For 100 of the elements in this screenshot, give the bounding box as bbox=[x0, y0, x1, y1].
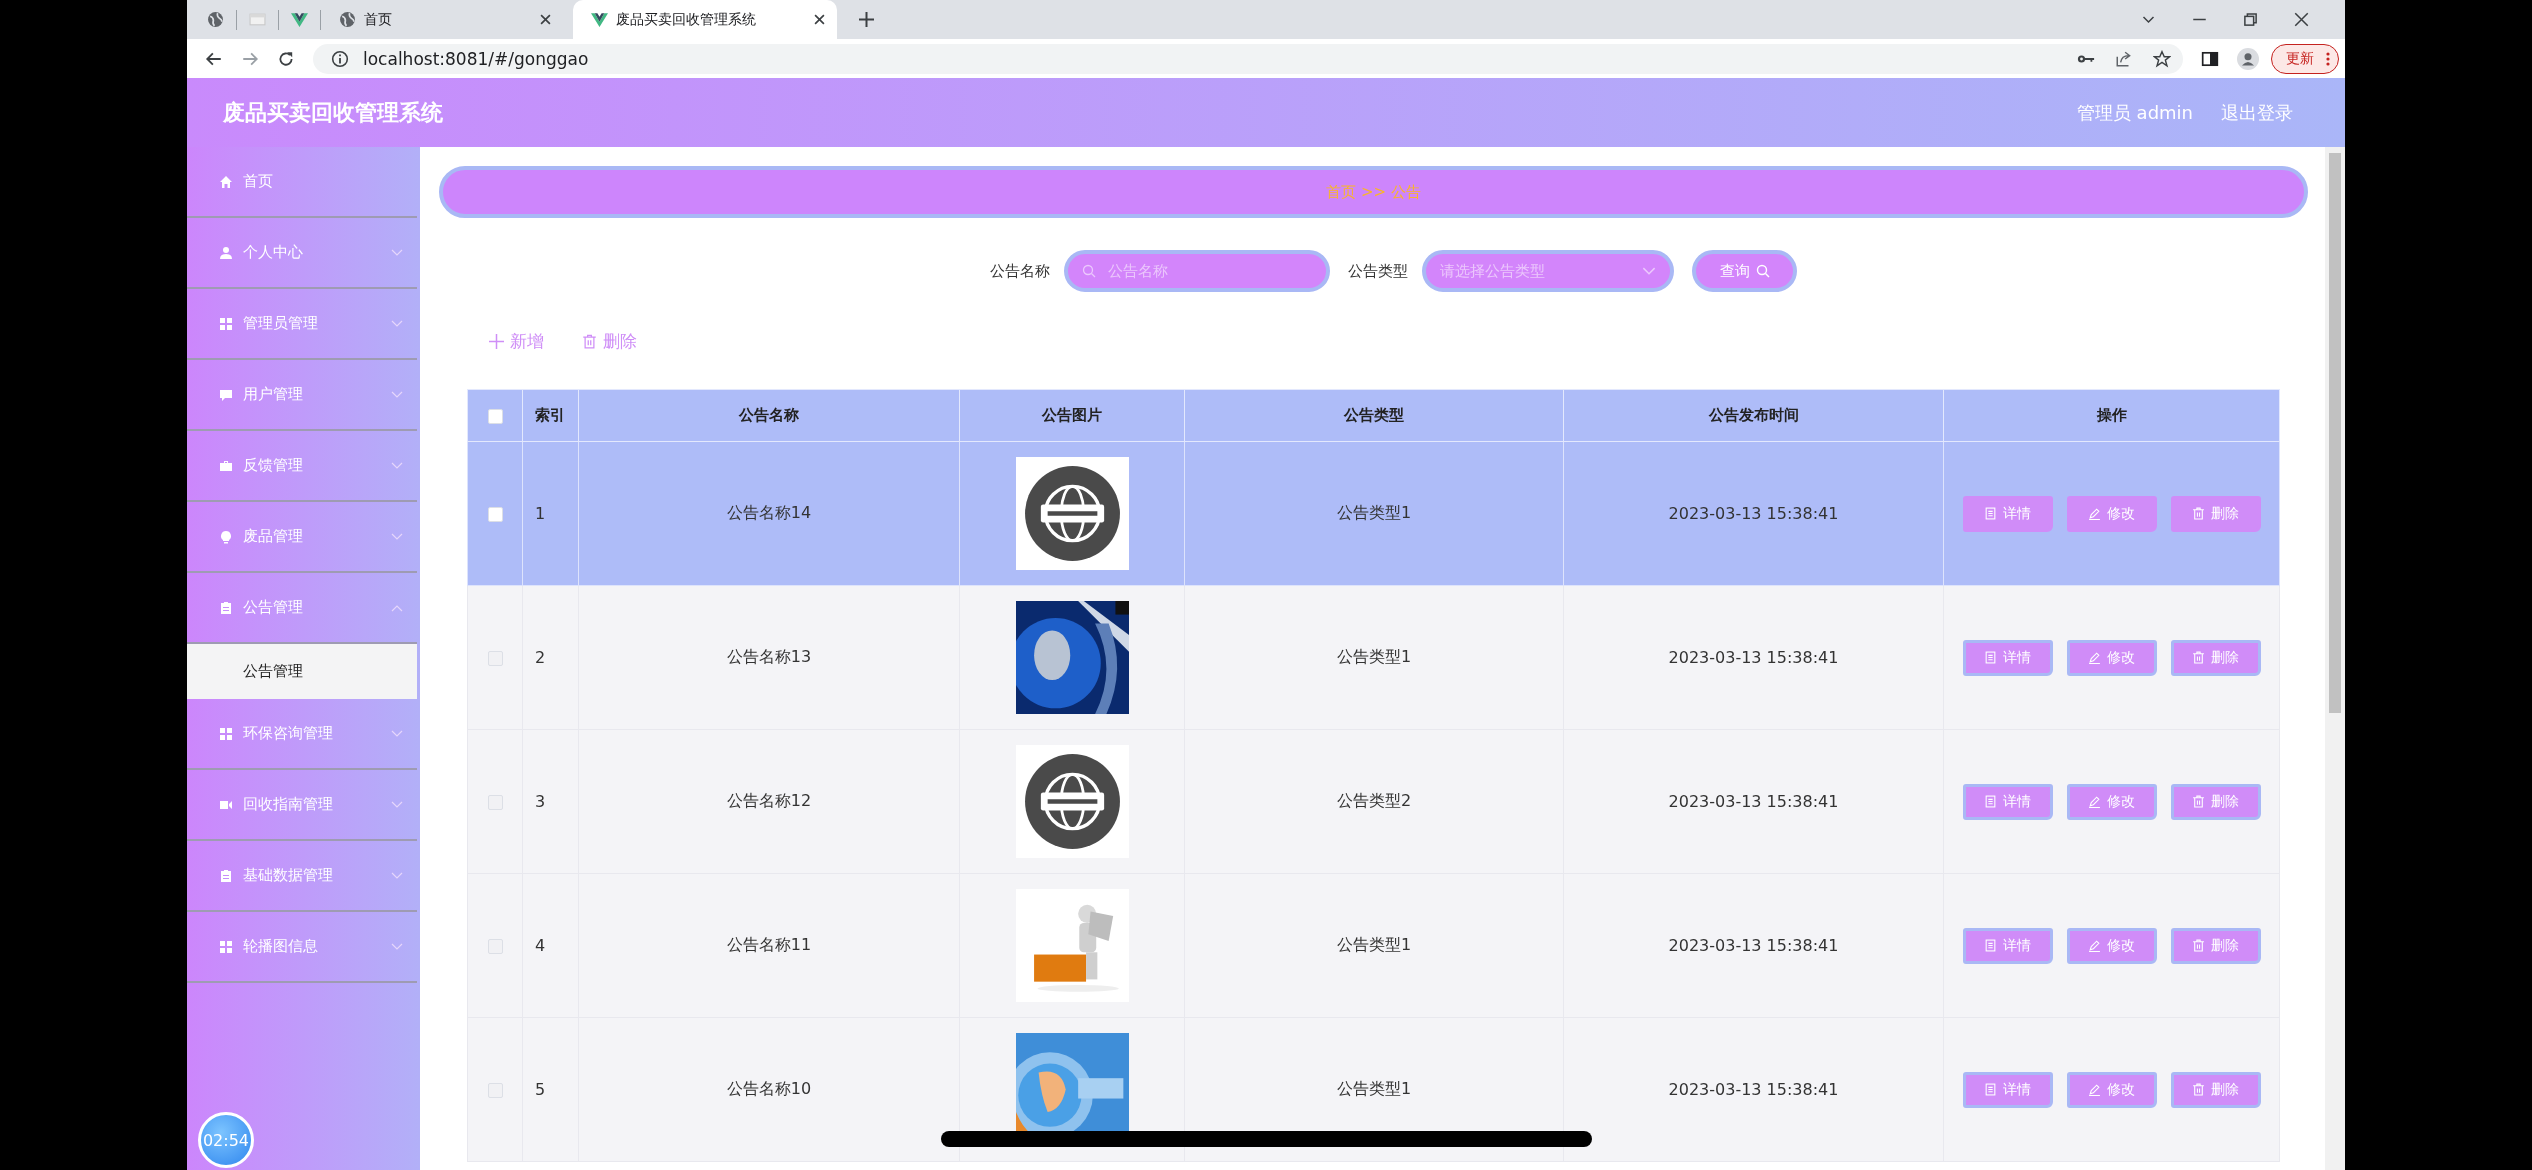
table-cell: 公告名称12 bbox=[578, 729, 960, 874]
sidebar-item[interactable]: 管理员管理 bbox=[187, 289, 417, 360]
trash-icon bbox=[2192, 795, 2205, 808]
document-icon bbox=[1984, 939, 1997, 952]
share-icon[interactable] bbox=[2115, 49, 2133, 68]
table-cell: 2023-03-13 15:38:41 bbox=[1563, 729, 1944, 874]
table-cell: 5 bbox=[522, 1017, 579, 1162]
table-cell: 公告名称11 bbox=[578, 873, 960, 1018]
globe-icon[interactable] bbox=[207, 11, 224, 28]
detail-button[interactable]: 详情 bbox=[1962, 495, 2053, 532]
document-icon bbox=[1984, 507, 1997, 520]
document-icon bbox=[1984, 1083, 1997, 1096]
globe-icon bbox=[339, 11, 356, 28]
detail-button[interactable]: 详情 bbox=[1962, 927, 2053, 964]
address-field[interactable]: localhost:8081/#/gonggao bbox=[313, 43, 2183, 74]
reload-icon[interactable] bbox=[277, 49, 295, 68]
search-field[interactable]: 公告名称 bbox=[1064, 250, 1330, 292]
update-button[interactable]: 更新 bbox=[2271, 43, 2339, 74]
restore-icon[interactable] bbox=[2243, 12, 2258, 27]
trash-icon bbox=[2192, 507, 2205, 520]
row-checkbox[interactable] bbox=[487, 651, 503, 666]
row-checkbox[interactable] bbox=[487, 1083, 503, 1098]
table-cell: 2 bbox=[522, 585, 579, 730]
logout-link[interactable]: 退出登录 bbox=[2221, 100, 2293, 125]
column-header: 公告类型 bbox=[1184, 389, 1564, 442]
close-icon[interactable] bbox=[814, 14, 825, 25]
sidebar-subitem[interactable]: 公告管理 bbox=[187, 644, 417, 699]
table-cell: 公告名称10 bbox=[578, 1017, 960, 1162]
delete-button[interactable]: 删除 bbox=[2170, 495, 2261, 532]
delete-button[interactable]: 删除 bbox=[2170, 639, 2261, 676]
chevron-icon bbox=[391, 248, 403, 257]
table-cell: 公告名称13 bbox=[578, 585, 960, 730]
trash-icon bbox=[2192, 939, 2205, 952]
clipboard-icon bbox=[219, 600, 233, 615]
sidebar-item[interactable]: 个人中心 bbox=[187, 218, 417, 289]
edit-button[interactable]: 修改 bbox=[2066, 783, 2157, 820]
browser-tab[interactable]: 废品买卖回收管理系统 bbox=[573, 0, 837, 39]
home-icon bbox=[219, 174, 233, 189]
delete-button[interactable]: 删除 bbox=[2170, 927, 2261, 964]
field-label: 公告类型 bbox=[1348, 261, 1408, 281]
tab-title: 废品买卖回收管理系统 bbox=[616, 10, 757, 29]
browser-tab[interactable]: 首页 bbox=[333, 0, 563, 39]
vue-icon bbox=[591, 11, 608, 28]
row-checkbox[interactable] bbox=[487, 939, 503, 954]
star-icon[interactable] bbox=[2153, 49, 2171, 68]
vue-icon[interactable] bbox=[291, 11, 308, 28]
briefcase-icon bbox=[219, 458, 233, 473]
sidebar-item[interactable]: 首页 bbox=[187, 147, 417, 218]
sidebar-item[interactable]: 环保咨询管理 bbox=[187, 699, 417, 770]
table-cell: 公告名称14 bbox=[578, 441, 960, 586]
column-header: 索引 bbox=[522, 389, 579, 442]
select-all-checkbox[interactable] bbox=[487, 408, 503, 424]
app-title: 废品买卖回收管理系统 bbox=[223, 98, 443, 127]
sidebar-item[interactable]: 废品管理 bbox=[187, 502, 417, 573]
detail-button[interactable]: 详情 bbox=[1962, 639, 2053, 676]
sidebar-item[interactable]: 反馈管理 bbox=[187, 431, 417, 502]
delete-button[interactable]: 删除 bbox=[2170, 1071, 2261, 1108]
sidebar-item[interactable]: 轮播图信息 bbox=[187, 912, 417, 983]
chevron-icon bbox=[391, 390, 403, 399]
close-icon[interactable] bbox=[540, 14, 551, 25]
search-button[interactable]: 查询 bbox=[1692, 250, 1797, 292]
close-icon[interactable] bbox=[2294, 12, 2309, 27]
pencil-icon bbox=[2088, 507, 2101, 520]
person-icon bbox=[219, 245, 233, 260]
user-label: 管理员 admin bbox=[2076, 100, 2193, 125]
chat-icon bbox=[219, 387, 233, 402]
side-panel-icon[interactable] bbox=[2201, 49, 2219, 68]
scrollbar-thumb[interactable] bbox=[2329, 153, 2341, 713]
new-tab-icon[interactable] bbox=[859, 12, 874, 27]
column-header: 公告发布时间 bbox=[1563, 389, 1944, 442]
chevron-icon bbox=[391, 729, 403, 738]
detail-button[interactable]: 详情 bbox=[1962, 1071, 2053, 1108]
chevron-down-icon bbox=[1642, 267, 1656, 276]
table-cell: 2023-03-13 15:38:41 bbox=[1563, 441, 1944, 586]
chevron-icon bbox=[391, 532, 403, 541]
column-header: 操作 bbox=[1943, 389, 2280, 442]
clipboard-icon bbox=[219, 868, 233, 883]
table-cell: 2023-03-13 15:38:41 bbox=[1563, 1017, 1944, 1162]
sidebar-item[interactable]: 回收指南管理 bbox=[187, 770, 417, 841]
detail-button[interactable]: 详情 bbox=[1962, 783, 2053, 820]
row-checkbox[interactable] bbox=[487, 507, 503, 522]
search-icon bbox=[1082, 264, 1096, 278]
edit-button[interactable]: 修改 bbox=[2066, 495, 2157, 532]
add-button[interactable]: 新增 bbox=[489, 326, 544, 356]
sidebar-item[interactable]: 基础数据管理 bbox=[187, 841, 417, 912]
row-checkbox[interactable] bbox=[487, 795, 503, 810]
sidebar-item[interactable]: 用户管理 bbox=[187, 360, 417, 431]
edit-button[interactable]: 修改 bbox=[2066, 1071, 2157, 1108]
avatar-icon[interactable] bbox=[2237, 47, 2259, 70]
pencil-icon bbox=[2088, 795, 2101, 808]
edit-button[interactable]: 修改 bbox=[2066, 639, 2157, 676]
type-select[interactable]: 请选择公告类型 bbox=[1422, 250, 1674, 292]
edit-button[interactable]: 修改 bbox=[2066, 927, 2157, 964]
more-icon[interactable] bbox=[2326, 50, 2330, 67]
table-cell: 3 bbox=[522, 729, 579, 874]
table-cell: 公告类型2 bbox=[1184, 729, 1564, 874]
delete-button[interactable]: 删除 bbox=[582, 326, 637, 356]
grid-icon bbox=[219, 726, 233, 741]
delete-button[interactable]: 删除 bbox=[2170, 783, 2261, 820]
chevron-icon bbox=[391, 603, 403, 612]
